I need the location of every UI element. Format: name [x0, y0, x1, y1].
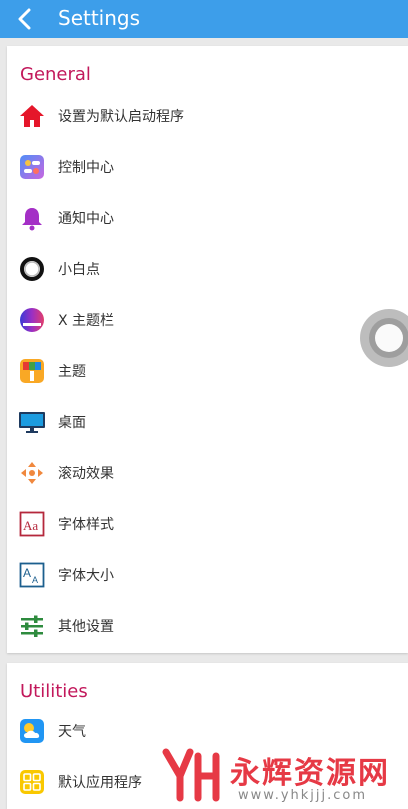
section-title-utilities: Utilities — [20, 681, 88, 702]
settings-item-font-style[interactable]: Aa 字体样式 — [7, 501, 408, 547]
settings-item-font-size[interactable]: A A 字体大小 — [7, 552, 408, 598]
apps-grid-icon — [18, 768, 46, 796]
settings-item-label: 滚动效果 — [58, 466, 114, 482]
settings-item-notification-center[interactable]: 通知中心 — [7, 195, 408, 241]
theme-bar-icon — [18, 306, 46, 334]
top-bar: Settings — [0, 0, 408, 38]
bell-icon — [18, 204, 46, 232]
svg-text:Aa: Aa — [23, 518, 38, 533]
page-title: Settings — [58, 6, 141, 30]
ring-icon — [18, 255, 46, 283]
settings-item-label: 其他设置 — [58, 619, 114, 635]
settings-item-label: 主题 — [58, 364, 86, 380]
scroll-arrows-icon — [18, 459, 46, 487]
weather-icon — [18, 717, 46, 745]
monitor-icon — [18, 408, 46, 436]
settings-item-label: 通知中心 — [58, 211, 114, 227]
svg-text:A: A — [23, 566, 31, 580]
chevron-left-icon — [18, 8, 31, 30]
watermark-text: 永辉资源网 — [230, 756, 390, 791]
settings-item-label: 设置为默认启动程序 — [58, 109, 184, 125]
control-center-icon — [18, 153, 46, 181]
watermark-url: www.yhkjjj.com — [238, 788, 368, 803]
settings-item-label: 天气 — [58, 724, 86, 740]
settings-item-assistive-dot[interactable]: 小白点 — [7, 246, 408, 292]
settings-item-label: 小白点 — [58, 262, 100, 278]
settings-item-scroll-effect[interactable]: 滚动效果 — [7, 450, 408, 496]
general-section: General 设置为默认启动程序 控制中心 通知中心 小白点 X 主题栏 主题… — [7, 46, 408, 653]
settings-item-theme[interactable]: 主题 — [7, 348, 408, 394]
settings-item-label: X 主题栏 — [58, 313, 115, 329]
svg-text:A: A — [32, 575, 38, 585]
settings-item-label: 默认应用程序 — [58, 775, 142, 791]
settings-item-other-settings[interactable]: 其他设置 — [7, 603, 408, 649]
settings-item-x-theme-bar[interactable]: X 主题栏 — [7, 297, 408, 343]
settings-item-control-center[interactable]: 控制中心 — [7, 144, 408, 190]
watermark-logo-icon — [162, 748, 220, 802]
settings-item-desktop[interactable]: 桌面 — [7, 399, 408, 445]
watermark: 永辉资源网 www.yhkjjj.com — [160, 740, 408, 809]
settings-item-label: 字体样式 — [58, 517, 114, 533]
home-icon — [18, 102, 46, 130]
section-title-general: General — [20, 64, 91, 85]
settings-item-label: 桌面 — [58, 415, 86, 431]
sliders-icon — [18, 612, 46, 640]
font-size-icon: A A — [18, 561, 46, 589]
back-button[interactable] — [16, 6, 46, 32]
settings-item-default-launcher[interactable]: 设置为默认启动程序 — [7, 93, 408, 139]
paint-roller-icon — [18, 357, 46, 385]
font-style-icon: Aa — [18, 510, 46, 538]
settings-item-label: 字体大小 — [58, 568, 114, 584]
settings-item-label: 控制中心 — [58, 160, 114, 176]
